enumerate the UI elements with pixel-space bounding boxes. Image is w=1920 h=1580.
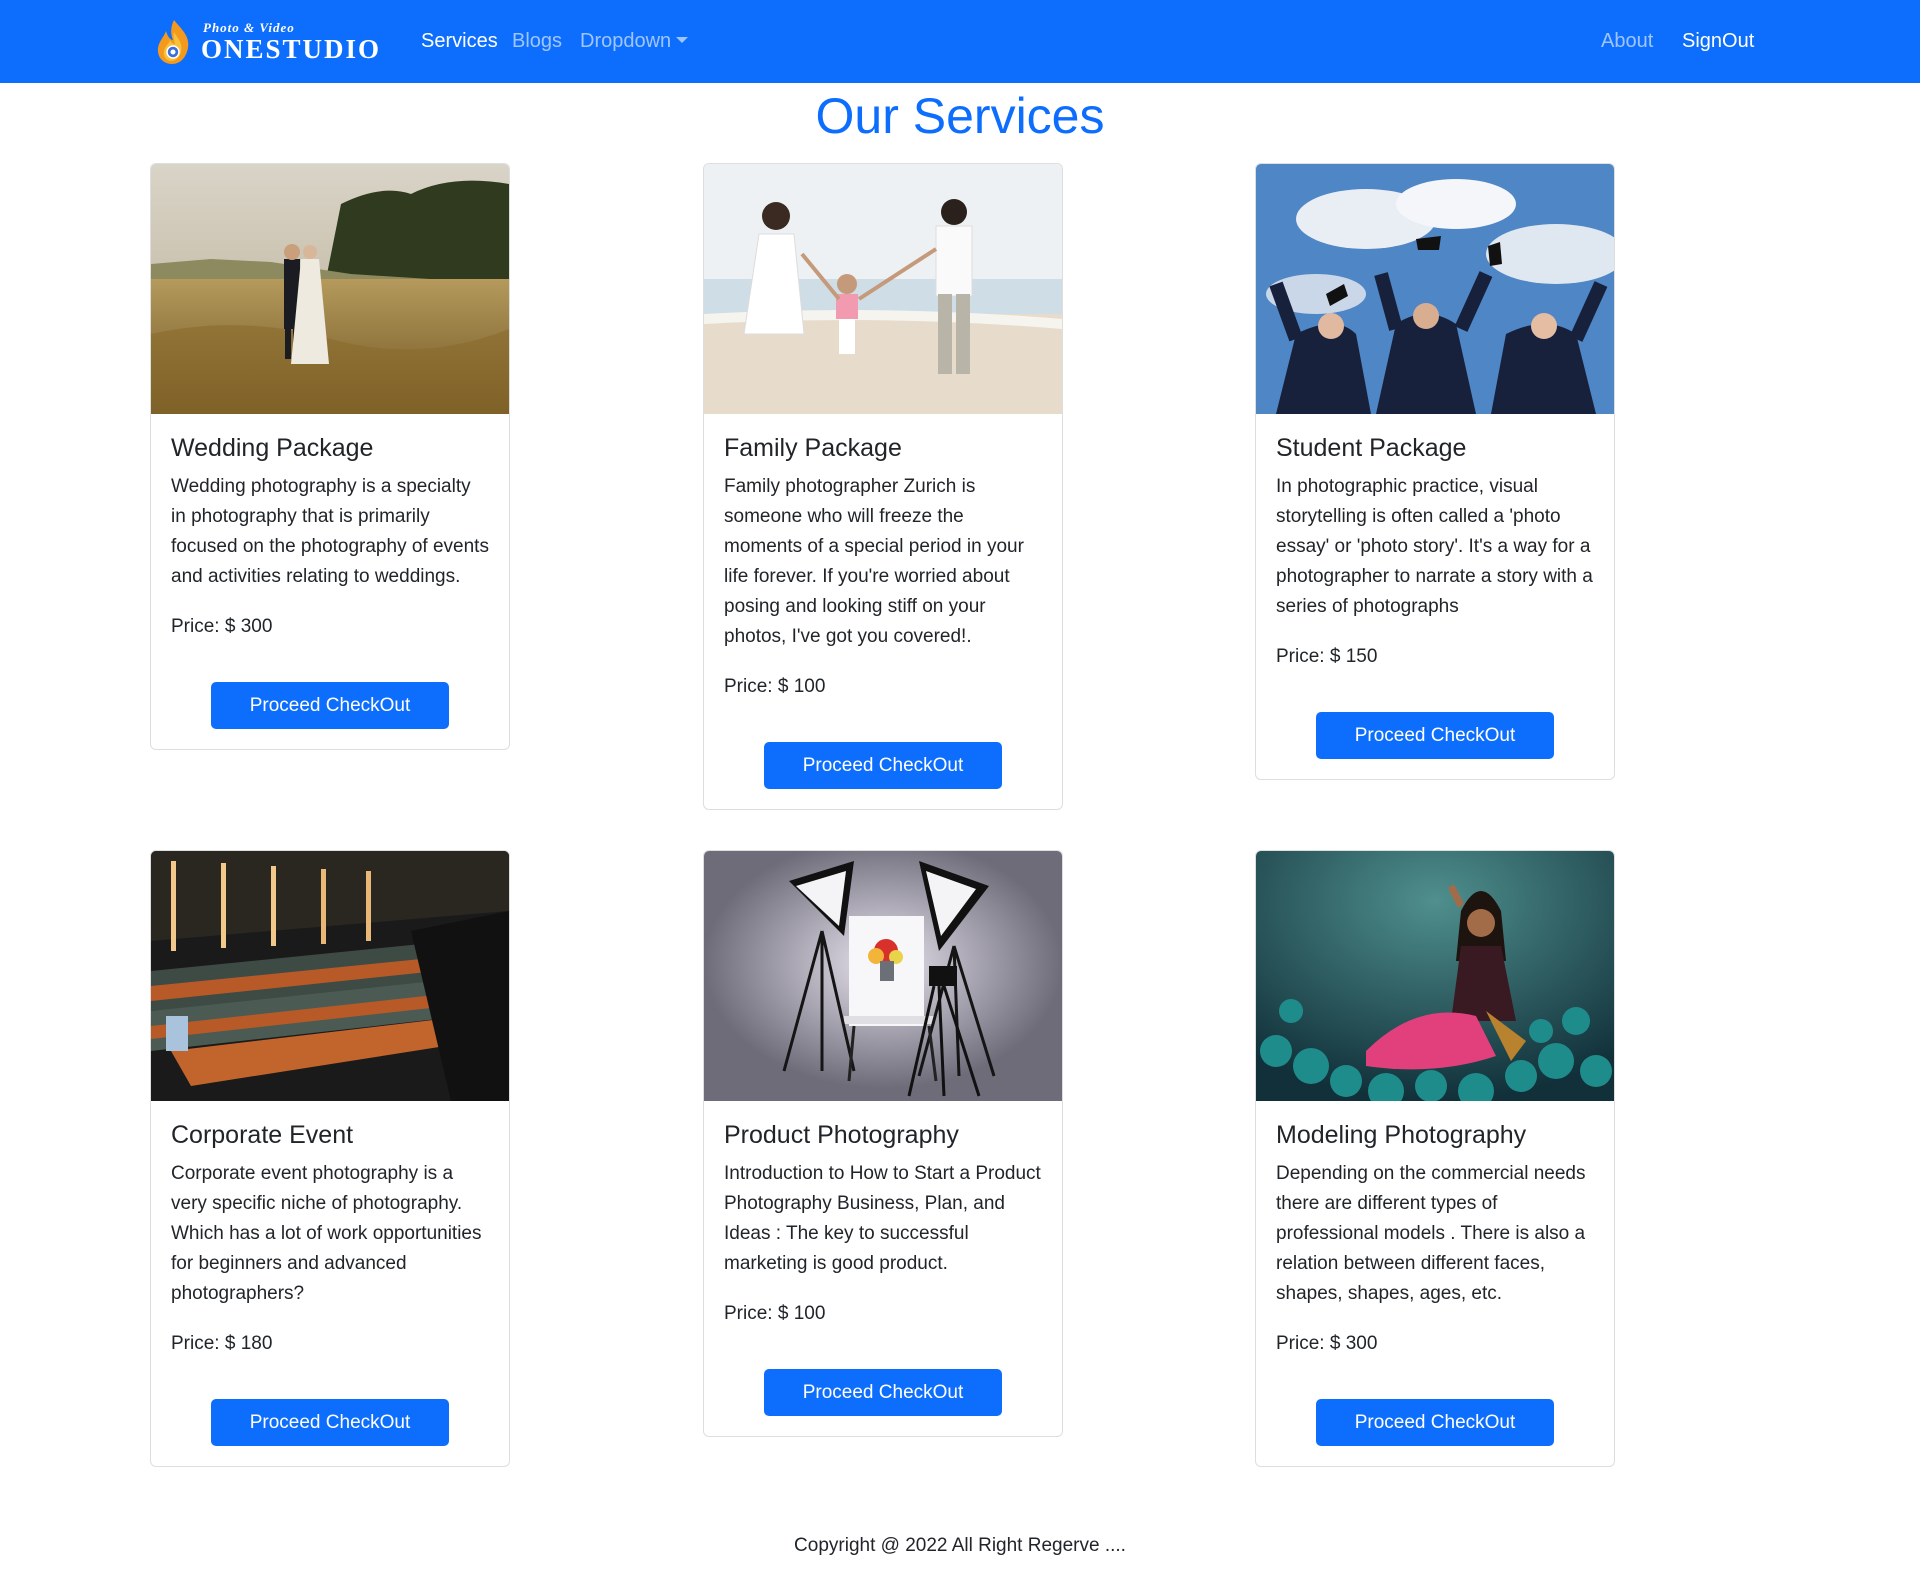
service-card-corporate: Corporate Event Corporate event photogra…	[150, 850, 510, 1467]
service-card-student: Student Package In photographic practice…	[1255, 163, 1615, 780]
card-price: Price: $ 100	[724, 676, 826, 697]
service-card-family: Family Package Family photographer Zuric…	[703, 163, 1063, 810]
card-description: In photographic practice, visual storyte…	[1276, 476, 1593, 617]
card-description: Corporate event photography is a very sp…	[171, 1163, 482, 1304]
brand-logo[interactable]: Photo & Video ONESTUDIO	[152, 18, 392, 66]
proceed-checkout-button[interactable]: Proceed CheckOut	[1316, 712, 1554, 759]
auditorium-audience-photo	[151, 851, 509, 1101]
card-price: Price: $ 300	[1276, 1333, 1378, 1354]
card-description: Wedding photography is a specialty in ph…	[171, 476, 489, 587]
service-card-modeling: Modeling Photography Depending on the co…	[1255, 850, 1615, 1467]
service-card-product: Product Photography Introduction to How …	[703, 850, 1063, 1437]
card-description: Depending on the commercial needs there …	[1276, 1163, 1586, 1304]
family-beach-photo	[704, 164, 1062, 414]
navbar: Photo & Video ONESTUDIO Services Blogs D…	[0, 0, 1920, 83]
card-price: Price: $ 150	[1276, 646, 1378, 667]
nav-link-about[interactable]: About	[1601, 29, 1653, 53]
proceed-checkout-button[interactable]: Proceed CheckOut	[764, 1369, 1002, 1416]
model-in-flowers-photo	[1256, 851, 1614, 1101]
wedding-couple-field-photo	[151, 164, 509, 414]
card-title: Wedding Package	[171, 434, 374, 462]
card-title: Product Photography	[724, 1121, 959, 1149]
proceed-checkout-button[interactable]: Proceed CheckOut	[211, 682, 449, 729]
proceed-checkout-button[interactable]: Proceed CheckOut	[211, 1399, 449, 1446]
footer-copyright: Copyright @ 2022 All Right Regerve ....	[794, 1535, 1126, 1556]
nav-dropdown-label: Dropdown	[580, 30, 672, 52]
nav-link-blogs[interactable]: Blogs	[512, 29, 562, 53]
service-card-wedding: Wedding Package Wedding photography is a…	[150, 163, 510, 750]
caret-down-icon	[676, 37, 689, 43]
card-description: Introduction to How to Start a Product P…	[724, 1163, 1041, 1274]
card-price: Price: $ 300	[171, 616, 273, 637]
brand-name: ONESTUDIO	[201, 34, 382, 64]
card-title: Corporate Event	[171, 1121, 354, 1149]
card-price: Price: $ 100	[724, 1303, 826, 1324]
page-title: Our Services	[815, 88, 1105, 144]
flame-camera-logo-icon	[157, 20, 189, 64]
proceed-checkout-button[interactable]: Proceed CheckOut	[764, 742, 1002, 789]
card-description: Family photographer Zurich is someone wh…	[724, 476, 1024, 647]
proceed-checkout-button[interactable]: Proceed CheckOut	[1316, 1399, 1554, 1446]
product-studio-setup-photo	[704, 851, 1062, 1101]
card-title: Student Package	[1276, 434, 1467, 462]
nav-link-services[interactable]: Services	[421, 29, 498, 53]
nav-link-signout[interactable]: SignOut	[1682, 29, 1754, 53]
card-title: Modeling Photography	[1276, 1121, 1527, 1149]
graduates-cap-toss-photo	[1256, 164, 1614, 414]
card-price: Price: $ 180	[171, 1333, 273, 1354]
nav-dropdown-toggle[interactable]: Dropdown	[580, 29, 689, 53]
card-title: Family Package	[724, 434, 902, 462]
